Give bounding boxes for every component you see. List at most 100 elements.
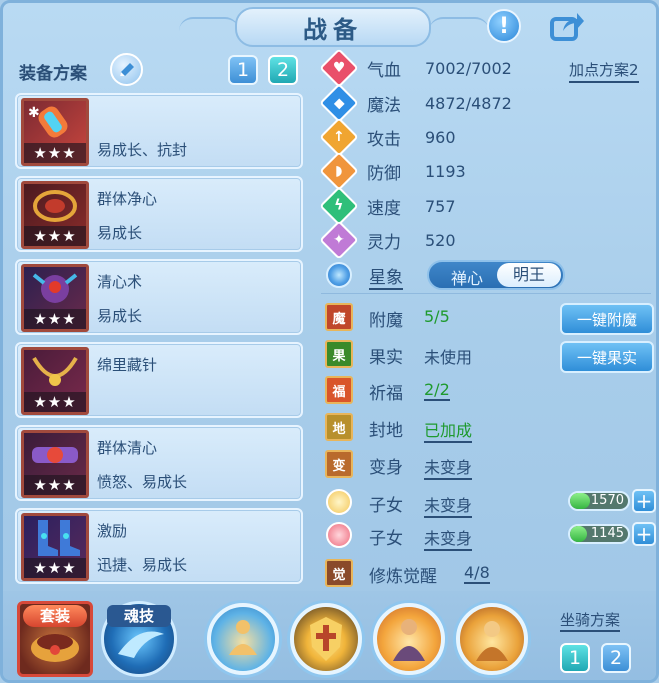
equipment-tags: 易成长 xyxy=(97,224,143,242)
equipment-tags: 迅捷、易成长 xyxy=(97,556,188,574)
page-title: 战备 xyxy=(235,7,431,47)
equipment-tags: 易成长、抗封 xyxy=(97,141,188,159)
stat-row-defense: ◗ 防御 1193 xyxy=(319,151,466,191)
share-button[interactable] xyxy=(549,11,585,43)
child-label: 子女 xyxy=(369,529,403,549)
star-sign-toggle[interactable]: 禅心 明王 xyxy=(427,260,565,290)
mask-skill-icon: ★★★ xyxy=(21,264,89,332)
guardian-figure-icon xyxy=(476,621,508,661)
stat-label: 魔法 xyxy=(367,95,401,116)
star-rating: ★★★ xyxy=(24,392,86,412)
equipment-card[interactable]: ★★★ 群体净心 易成长 xyxy=(15,176,303,252)
necklace-skill-icon: ★★★ xyxy=(21,347,89,415)
feature-value[interactable]: 已加成 xyxy=(424,417,473,443)
set-label: 套装 xyxy=(23,605,87,627)
cultivation-value[interactable]: 4/8 xyxy=(464,563,490,584)
belt-skill-icon: ★★★ xyxy=(21,430,89,498)
one-click-enchant-button[interactable]: 一键附魔 xyxy=(560,303,654,335)
toggle-option-chanxin[interactable]: 禅心 xyxy=(437,265,497,289)
cultivation-icon: 觉 xyxy=(325,559,353,587)
feature-label: 变身 xyxy=(369,458,403,478)
fief-icon: 地 xyxy=(325,413,353,441)
child-sun-icon xyxy=(326,489,352,515)
feature-value: 5/5 xyxy=(424,307,450,326)
equipment-name: 群体清心 xyxy=(97,439,158,457)
star-sign-icon xyxy=(326,262,352,288)
share-icon xyxy=(550,13,584,41)
divider xyxy=(321,293,651,294)
plus-icon: + xyxy=(635,489,653,513)
stat-row-hp: ♥ 气血 7002/7002 xyxy=(319,48,512,88)
exp-text: 1570 xyxy=(590,493,624,508)
stat-row-attack: ↑ 攻击 960 xyxy=(319,117,456,157)
pet-slot-4[interactable] xyxy=(456,603,528,675)
child-label: 子女 xyxy=(369,496,403,516)
child-value[interactable]: 未变身 xyxy=(424,492,473,518)
feature-value[interactable]: 未变身 xyxy=(424,454,473,480)
child-2-add-button[interactable]: + xyxy=(632,522,656,546)
help-button[interactable]: ! xyxy=(487,9,521,43)
equipment-card[interactable]: ★★★ 群体清心 愤怒、易成长 xyxy=(15,425,303,501)
monk-figure-icon xyxy=(393,619,425,661)
heart-icon: ♥ xyxy=(319,48,359,88)
equipment-name: 激励 xyxy=(97,522,128,540)
stat-value: 7002/7002 xyxy=(425,58,512,78)
stat-value: 520 xyxy=(425,230,456,250)
feature-value[interactable]: 2/2 xyxy=(424,380,450,401)
equipment-scheme-2-button[interactable]: 2 xyxy=(268,55,298,85)
equipment-tags: 易成长 xyxy=(97,307,143,325)
exp-text: 1145 xyxy=(590,526,624,541)
mana-icon: ◆ xyxy=(319,83,359,123)
star-sign-label[interactable]: 星象 xyxy=(369,263,403,290)
equipment-name: 群体净心 xyxy=(97,190,158,208)
svg-text:✱: ✱ xyxy=(28,105,40,121)
child-exp-bar-1: 1570 xyxy=(568,491,630,511)
child-value[interactable]: 未变身 xyxy=(424,525,473,551)
enchant-icon: 魔 xyxy=(325,303,353,331)
shield-warrior-icon xyxy=(310,617,342,661)
equipment-card[interactable]: ★★★ 清心术 易成长 xyxy=(15,259,303,335)
stat-value: 1193 xyxy=(425,161,466,181)
cultivation-label: 修炼觉醒 xyxy=(369,567,437,587)
transform-icon: 变 xyxy=(325,450,353,478)
equipment-card[interactable]: ★★★ 绵里藏针 xyxy=(15,342,303,418)
speed-icon: ϟ xyxy=(319,186,359,226)
one-click-fruit-button[interactable]: 一键果实 xyxy=(560,341,654,373)
star-rating: ★★★ xyxy=(24,226,86,246)
shield-icon: ◗ xyxy=(319,151,359,191)
meditating-figure-icon xyxy=(229,620,257,655)
stat-row-speed: ϟ 速度 757 xyxy=(319,186,456,226)
equipment-card[interactable]: ★★★ 激励 迅捷、易成长 xyxy=(15,508,303,584)
stat-value: 4872/4872 xyxy=(425,93,512,113)
star-rating: ★★★ xyxy=(24,475,86,495)
spirit-icon: ✦ xyxy=(319,220,359,260)
add-point-scheme-link[interactable]: 加点方案2 xyxy=(569,59,639,83)
pet-slot-1[interactable] xyxy=(207,603,279,675)
equipment-card[interactable]: ✱ ★★★ 易成长、抗封 xyxy=(15,93,303,169)
child-1-add-button[interactable]: + xyxy=(632,489,656,513)
child-moon-icon xyxy=(326,522,352,548)
edit-button[interactable] xyxy=(110,53,143,86)
mount-scheme-1-button[interactable]: 1 xyxy=(560,643,590,673)
child-exp-bar-2: 1145 xyxy=(568,524,630,544)
toggle-option-mingwang[interactable]: 明王 xyxy=(497,263,561,287)
star-rating: ★★★ xyxy=(24,143,86,163)
feature-value: 未使用 xyxy=(424,348,473,367)
pencil-icon xyxy=(119,62,134,76)
stat-label: 攻击 xyxy=(367,129,401,150)
sword-icon: ↑ xyxy=(319,117,359,157)
exp-fill xyxy=(570,493,591,509)
mount-scheme-2-button[interactable]: 2 xyxy=(601,643,631,673)
battle-prep-window: 战备 ! 装备方案 1 2 ✱ ★★★ 易成长、抗封 ★★★ 群体净心 易成长 … xyxy=(0,0,659,683)
equipment-scheme-1-button[interactable]: 1 xyxy=(228,55,258,85)
feature-label: 果实 xyxy=(369,348,403,368)
pet-slot-3[interactable] xyxy=(373,603,445,675)
stat-label: 气血 xyxy=(367,60,401,81)
soul-skill-label: 魂技 xyxy=(107,605,171,627)
equipment-name: 绵里藏针 xyxy=(97,356,158,374)
title-ornament-right xyxy=(429,17,489,31)
popsicle-skill-icon: ✱ ★★★ xyxy=(21,98,89,166)
blessing-icon: 福 xyxy=(325,376,353,404)
pet-slot-2[interactable] xyxy=(290,603,362,675)
stat-value: 757 xyxy=(425,196,456,216)
